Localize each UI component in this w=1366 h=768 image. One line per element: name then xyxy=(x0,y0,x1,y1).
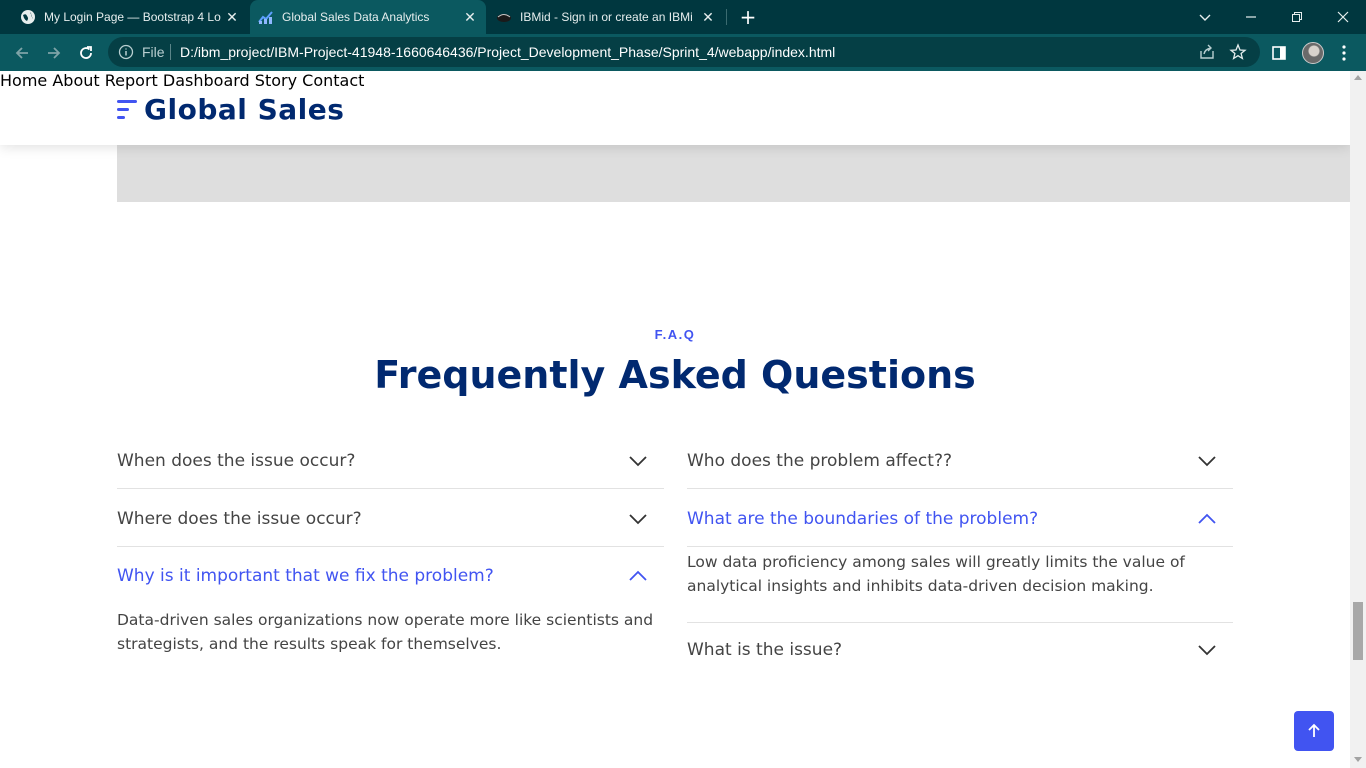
site-header: Global Sales Home About Report Dashboard… xyxy=(0,71,1350,145)
faq-divider xyxy=(117,488,664,489)
nav-link-contact[interactable]: Contact xyxy=(302,71,364,90)
faq-item-what[interactable]: What is the issue? xyxy=(687,621,1233,678)
faq-item-where[interactable]: Where does the issue occur? xyxy=(117,490,664,547)
tab-global-sales[interactable]: Global Sales Data Analytics ✕ xyxy=(250,0,486,34)
tab-title: My Login Page — Bootstrap 4 Lo xyxy=(44,10,221,24)
arrow-left-icon xyxy=(15,47,28,59)
side-panel-button[interactable] xyxy=(1268,42,1290,64)
nav-link-home[interactable]: Home xyxy=(0,71,47,90)
tab-search-button[interactable] xyxy=(1182,0,1228,34)
scheme-label: File xyxy=(142,44,165,60)
nav-link-report[interactable]: Report xyxy=(105,71,158,90)
faq-question: Why is it important that we fix the prob… xyxy=(117,565,494,586)
close-tab-icon[interactable]: ✕ xyxy=(462,9,478,26)
tab-divider xyxy=(726,9,727,25)
logo-text: Global Sales xyxy=(144,93,345,126)
faq-divider xyxy=(687,488,1233,489)
nav-link-dashboard[interactable]: Dashboard xyxy=(163,71,250,90)
section-title: Frequently Asked Questions xyxy=(374,353,976,397)
site-logo[interactable]: Global Sales xyxy=(117,93,344,126)
chevron-down-icon xyxy=(1199,14,1211,21)
page-viewport: Global Sales Home About Report Dashboard… xyxy=(0,71,1350,768)
more-vertical-icon xyxy=(1342,45,1346,61)
browser-toolbar: File D:/ibm_project/IBM-Project-41948-16… xyxy=(0,34,1366,71)
browser-menu-button[interactable] xyxy=(1333,42,1355,64)
star-icon[interactable] xyxy=(1229,43,1247,61)
section-label: F.A.Q xyxy=(654,327,696,342)
close-tab-icon[interactable]: ✕ xyxy=(224,9,240,26)
new-tab-button[interactable]: + xyxy=(738,6,758,28)
close-window-button[interactable] xyxy=(1320,0,1366,34)
info-icon[interactable] xyxy=(118,44,134,60)
close-icon xyxy=(1337,11,1349,23)
chevron-down-icon xyxy=(629,455,647,466)
faq-item-when[interactable]: When does the issue occur? xyxy=(117,432,664,489)
ibm-favicon-icon xyxy=(497,14,511,22)
url-text[interactable]: D:/ibm_project/IBM-Project-41948-1660646… xyxy=(180,44,835,60)
arrow-right-icon xyxy=(48,47,61,59)
close-tab-icon[interactable]: ✕ xyxy=(700,9,716,26)
faq-item-why[interactable]: Why is it important that we fix the prob… xyxy=(117,547,664,604)
back-to-top-button[interactable] xyxy=(1294,711,1334,751)
faq-answer: Low data proficiency among sales will gr… xyxy=(687,553,1185,595)
faq-divider xyxy=(687,546,1233,547)
faq-question: What are the boundaries of the problem? xyxy=(687,508,1039,529)
nav-link-about[interactable]: About xyxy=(52,71,99,90)
restore-icon xyxy=(1292,12,1302,22)
minimize-button[interactable] xyxy=(1228,0,1274,34)
reload-icon xyxy=(80,46,92,59)
faq-question: When does the issue occur? xyxy=(117,450,356,471)
back-button[interactable] xyxy=(8,39,36,67)
omnibox-divider xyxy=(170,44,171,60)
faq-item-boundaries[interactable]: What are the boundaries of the problem? xyxy=(687,490,1233,547)
chart-favicon-icon xyxy=(258,11,273,24)
arrow-up-icon xyxy=(1308,723,1320,737)
tab-login-page[interactable]: My Login Page — Bootstrap 4 Lo ✕ xyxy=(12,0,248,34)
minimize-icon xyxy=(1246,16,1256,18)
scroll-thumb[interactable] xyxy=(1353,602,1363,660)
faq-question: Who does the problem affect?? xyxy=(687,450,952,471)
globe-icon xyxy=(21,10,35,24)
tab-ibmid[interactable]: IBMid - Sign in or create an IBMi ✕ xyxy=(488,0,724,34)
chevron-up-icon xyxy=(1198,513,1216,524)
nav-link-story[interactable]: Story xyxy=(255,71,297,90)
faq-answer: Data-driven sales organizations now oper… xyxy=(117,611,654,653)
share-icon[interactable] xyxy=(1198,43,1216,61)
profile-avatar[interactable] xyxy=(1302,42,1324,64)
scroll-down-arrow-icon[interactable] xyxy=(1354,757,1362,762)
faq-item-who[interactable]: Who does the problem affect?? xyxy=(687,432,1233,489)
tab-title: IBMid - Sign in or create an IBMi xyxy=(520,10,693,24)
chevron-up-icon xyxy=(629,570,647,581)
browser-tab-strip: My Login Page — Bootstrap 4 Lo ✕ Global … xyxy=(0,0,1366,34)
chevron-down-icon xyxy=(1198,455,1216,466)
scroll-up-arrow-icon[interactable] xyxy=(1354,75,1362,80)
logo-lines-icon xyxy=(117,97,137,123)
tab-title: Global Sales Data Analytics xyxy=(282,10,430,24)
faq-question: Where does the issue occur? xyxy=(117,508,362,529)
chevron-down-icon xyxy=(629,513,647,524)
address-bar[interactable]: File D:/ibm_project/IBM-Project-41948-16… xyxy=(108,37,1260,67)
side-panel-icon xyxy=(1272,46,1286,60)
chevron-down-icon xyxy=(1198,644,1216,655)
restore-button[interactable] xyxy=(1274,0,1320,34)
faq-question: What is the issue? xyxy=(687,639,843,660)
image-placeholder xyxy=(117,145,1350,202)
page-scrollbar[interactable] xyxy=(1350,71,1366,768)
reload-button[interactable] xyxy=(72,39,100,67)
forward-button[interactable] xyxy=(40,39,68,67)
main-nav: Home About Report Dashboard Story Contac… xyxy=(0,71,1350,90)
